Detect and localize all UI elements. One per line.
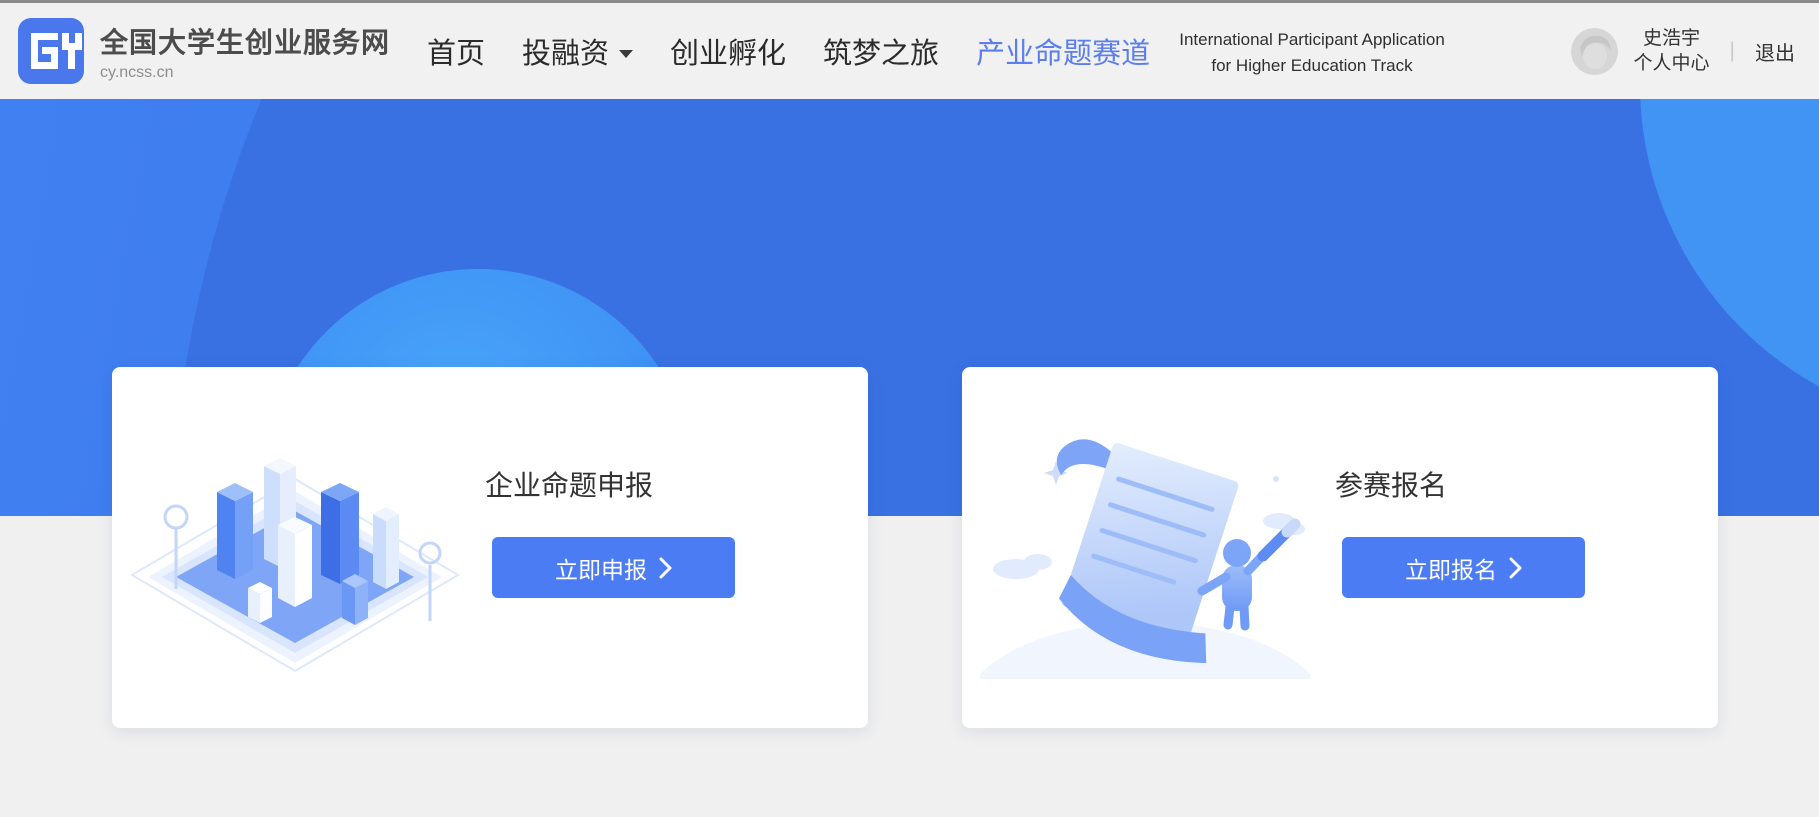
chevron-right-icon — [659, 557, 672, 579]
international-application-line1: International Participant Application — [1152, 27, 1472, 53]
nav-item-dream-journey[interactable]: 筑梦之旅 — [823, 30, 939, 72]
register-now-button[interactable]: 立即报名 — [1342, 537, 1585, 598]
card-title-registration: 参赛报名 — [1335, 464, 1447, 504]
cy-logo-icon — [18, 18, 84, 84]
brand-text: 全国大学生创业服务网 cy.ncss.cn — [100, 21, 390, 82]
nav-item-incubation[interactable]: 创业孵化 — [670, 30, 786, 72]
isometric-city-illustration — [130, 417, 460, 679]
user-divider: | — [1730, 39, 1735, 63]
logout-button[interactable]: 退出 — [1755, 37, 1795, 66]
site-name: 全国大学生创业服务网 — [100, 21, 390, 61]
apply-now-button[interactable]: 立即申报 — [492, 537, 735, 598]
brand-home-link[interactable]: 全国大学生创业服务网 cy.ncss.cn — [18, 3, 390, 99]
register-now-label: 立即报名 — [1405, 551, 1497, 585]
user-name: 史浩宇 — [1643, 28, 1700, 49]
site-domain: cy.ncss.cn — [100, 64, 390, 82]
header: 全国大学生创业服务网 cy.ncss.cn 首页 投融资 创业孵化 筑梦之旅 产… — [0, 3, 1819, 99]
scroll-signup-illustration — [980, 417, 1310, 679]
registration-card: 参赛报名 立即报名 — [962, 367, 1718, 728]
chevron-right-icon — [1509, 557, 1522, 579]
nav-item-industry-track[interactable]: 产业命题赛道 — [976, 30, 1150, 72]
nav-item-investment[interactable]: 投融资 — [522, 30, 633, 72]
nav-item-investment-label: 投融资 — [522, 30, 609, 72]
avatar[interactable] — [1571, 28, 1618, 75]
profile-center-label: 个人中心 — [1634, 53, 1710, 74]
main-nav: 首页 投融资 创业孵化 筑梦之旅 产业命题赛道 — [427, 3, 1150, 99]
international-application-link[interactable]: International Participant Application fo… — [1152, 3, 1472, 102]
apply-now-label: 立即申报 — [555, 551, 647, 585]
card-title-enterprise: 企业命题申报 — [485, 464, 653, 504]
chevron-down-icon — [619, 50, 633, 58]
user-area: 史浩宇 个人中心 | 退出 — [1571, 3, 1795, 99]
profile-center-link[interactable]: 史浩宇 个人中心 — [1634, 26, 1710, 76]
page: 全国大学生创业服务网 cy.ncss.cn 首页 投融资 创业孵化 筑梦之旅 产… — [0, 0, 1819, 817]
nav-item-home[interactable]: 首页 — [427, 30, 485, 72]
enterprise-proposition-card: 企业命题申报 立即申报 — [112, 367, 868, 728]
international-application-line2: for Higher Education Track — [1152, 53, 1472, 79]
